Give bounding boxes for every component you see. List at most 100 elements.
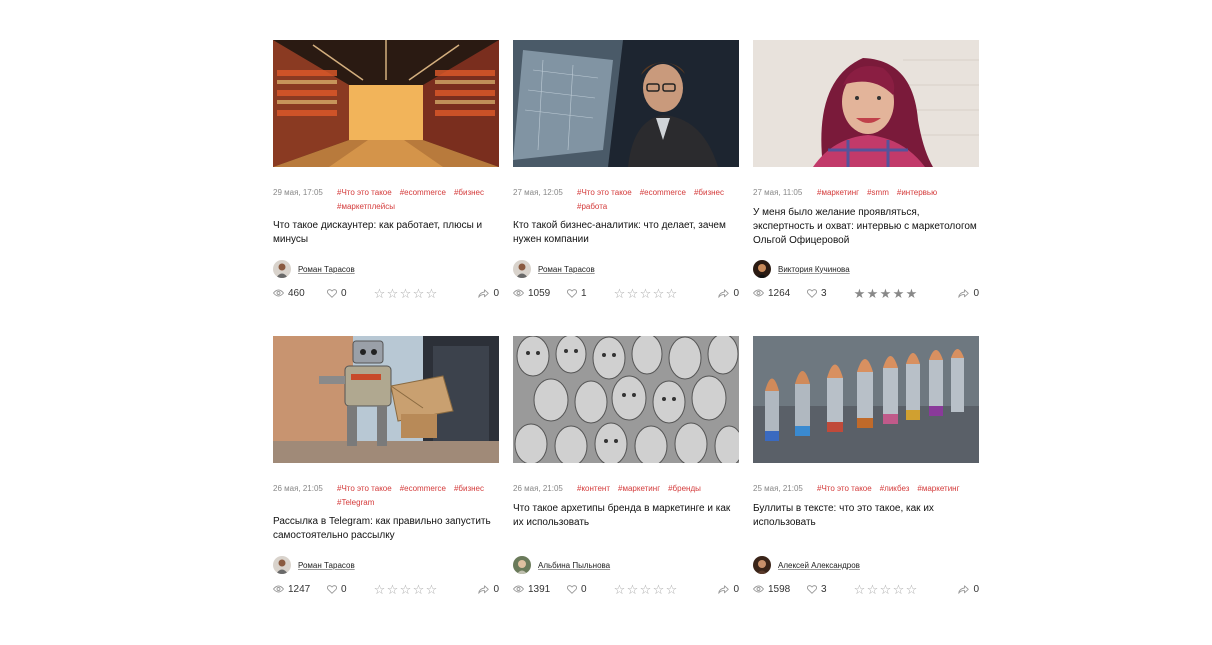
star-icon[interactable]: ☆ [639,287,652,300]
article-title[interactable]: Что такое архетипы бренда в маркетинге и… [513,502,739,545]
star-icon[interactable]: ☆ [905,583,918,596]
star-icon[interactable]: ☆ [652,583,665,596]
tag-link[interactable]: #Telegram [337,496,374,510]
tag-link[interactable]: #маркетинг [917,482,959,496]
like-button[interactable]: 0 [327,288,373,299]
star-icon[interactable]: ☆ [613,287,626,300]
star-filled-icon[interactable]: ★ [879,287,892,300]
tag-link[interactable]: #Что это такое [577,186,632,200]
like-button[interactable]: 3 [807,584,853,595]
tag-link[interactable]: #контент [577,482,610,496]
rating-stars[interactable]: ☆ ☆ ☆ ☆ ☆ [613,583,705,596]
article-title[interactable]: Что такое дискаунтер: как работает, плюс… [273,219,499,249]
tag-link[interactable]: #ecommerce [400,186,446,200]
share-button[interactable]: 0 [478,584,499,595]
tag-link[interactable]: #маркетплейсы [337,200,395,214]
rating-stars[interactable]: ★ ★ ★ ★ ★ [853,287,945,300]
star-icon[interactable]: ☆ [613,583,626,596]
star-icon[interactable]: ☆ [639,583,652,596]
star-icon[interactable]: ☆ [386,287,399,300]
tag-link[interactable]: #интервью [897,186,937,200]
tag-link[interactable]: #работа [577,200,607,214]
star-icon[interactable]: ☆ [373,583,386,596]
article-card: 26 мая, 21:05 #контент #маркетинг #бренд… [513,336,739,632]
article-title[interactable]: Кто такой бизнес-аналитик: что делает, з… [513,219,739,249]
rating-stars[interactable]: ☆ ☆ ☆ ☆ ☆ [853,583,945,596]
article-date: 29 мая, 17:05 [273,188,323,197]
star-icon[interactable]: ☆ [626,583,639,596]
star-icon[interactable]: ☆ [425,583,438,596]
tag-link[interactable]: #smm [867,186,889,200]
star-icon[interactable]: ☆ [626,287,639,300]
tag-link[interactable]: #Что это такое [337,186,392,200]
article-stats: 460 0 ☆ ☆ ☆ ☆ ☆ 0 [273,285,499,301]
star-icon[interactable]: ☆ [665,287,678,300]
rating-stars[interactable]: ☆ ☆ ☆ ☆ ☆ [373,287,465,300]
share-button[interactable]: 0 [718,288,739,299]
star-icon[interactable]: ☆ [412,287,425,300]
eye-icon [513,585,524,593]
tag-link[interactable]: #ecommerce [400,482,446,496]
likes-count: 0 [581,583,587,595]
article-image-analyst[interactable] [513,40,739,167]
star-filled-icon[interactable]: ★ [853,287,866,300]
share-icon [478,288,490,298]
share-button[interactable]: 0 [958,288,979,299]
article-title[interactable]: Буллиты в тексте: что это такое, как их … [753,502,979,545]
star-icon[interactable]: ☆ [373,287,386,300]
like-button[interactable]: 1 [567,288,613,299]
star-icon[interactable]: ☆ [399,583,412,596]
author-link[interactable]: Альбина Пыльнова [538,561,610,570]
article-image-bullets[interactable] [753,336,979,463]
articles-grid: 29 мая, 17:05 #Что это такое #ecommerce … [273,40,979,632]
author-block: Алексей Александров [753,555,979,575]
tag-link[interactable]: #маркетинг [817,186,859,200]
article-title[interactable]: У меня было желание проявляться, эксперт… [753,206,979,249]
tag-link[interactable]: #Что это такое [817,482,872,496]
share-icon [958,584,970,594]
star-icon[interactable]: ☆ [399,287,412,300]
share-button[interactable]: 0 [718,584,739,595]
star-icon[interactable]: ☆ [652,287,665,300]
like-button[interactable]: 3 [807,288,853,299]
tag-link[interactable]: #маркетинг [618,482,660,496]
tag-link[interactable]: #Что это такое [337,482,392,496]
share-button[interactable]: 0 [958,584,979,595]
star-icon[interactable]: ☆ [665,583,678,596]
author-link[interactable]: Роман Тарасов [298,265,355,274]
tag-link[interactable]: #бренды [668,482,701,496]
star-filled-icon[interactable]: ★ [866,287,879,300]
star-icon[interactable]: ☆ [892,583,905,596]
star-icon[interactable]: ☆ [866,583,879,596]
tag-list: #Что это такое #ecommerce #бизнес #Teleg… [337,482,499,510]
like-button[interactable]: 0 [567,584,613,595]
tag-list: #Что это такое #ecommerce #бизнес #работ… [577,186,739,214]
article-title[interactable]: Рассылка в Telegram: как правильно запус… [273,515,499,545]
author-link[interactable]: Алексей Александров [778,561,860,570]
rating-stars[interactable]: ☆ ☆ ☆ ☆ ☆ [373,583,465,596]
article-image-supermarket[interactable] [273,40,499,167]
author-link[interactable]: Роман Тарасов [298,561,355,570]
tag-link[interactable]: #бизнес [694,186,724,200]
author-link[interactable]: Виктория Кучинова [778,265,850,274]
star-filled-icon[interactable]: ★ [892,287,905,300]
author-link[interactable]: Роман Тарасов [538,265,595,274]
star-icon[interactable]: ☆ [879,583,892,596]
tag-link[interactable]: #ликбез [880,482,910,496]
tag-link[interactable]: #бизнес [454,186,484,200]
star-icon[interactable]: ☆ [853,583,866,596]
star-icon[interactable]: ☆ [412,583,425,596]
tag-link[interactable]: #ecommerce [640,186,686,200]
article-image-faces[interactable] [513,336,739,463]
article-stats: 1598 3 ☆ ☆ ☆ ☆ ☆ 0 [753,581,979,597]
avatar [513,556,531,574]
tag-link[interactable]: #бизнес [454,482,484,496]
rating-stars[interactable]: ☆ ☆ ☆ ☆ ☆ [613,287,705,300]
like-button[interactable]: 0 [327,584,373,595]
star-icon[interactable]: ☆ [386,583,399,596]
star-filled-icon[interactable]: ★ [905,287,918,300]
article-image-portrait[interactable] [753,40,979,167]
share-button[interactable]: 0 [478,288,499,299]
article-image-robot[interactable] [273,336,499,463]
star-icon[interactable]: ☆ [425,287,438,300]
